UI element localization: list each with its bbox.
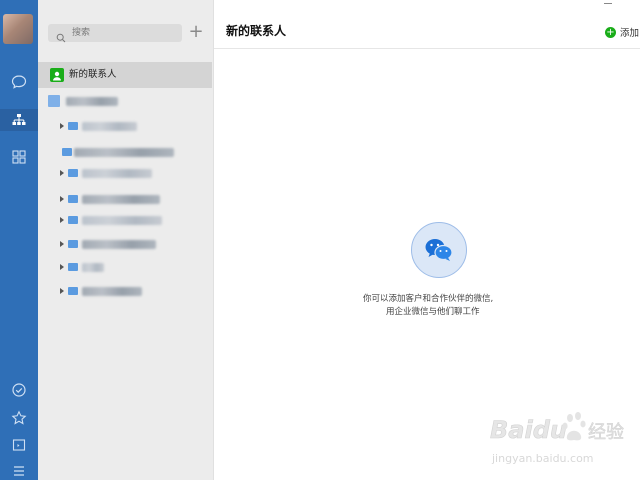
- folder-icon: [68, 240, 78, 248]
- minimize-window-button[interactable]: [604, 3, 612, 4]
- org-chart-icon[interactable]: [9, 110, 29, 130]
- org-logo-icon: [48, 95, 60, 107]
- folder-icon: [68, 263, 78, 271]
- add-button-label: 添加: [620, 28, 640, 39]
- expand-arrow-icon: [60, 288, 64, 294]
- folder-icon: [68, 169, 78, 177]
- star-icon[interactable]: [9, 408, 29, 428]
- sidebar-item-new-contacts[interactable]: 新的联系人: [38, 62, 212, 88]
- blurred-label: [82, 287, 142, 296]
- search-placeholder: 搜索: [72, 28, 91, 38]
- expand-arrow-icon: [60, 241, 64, 247]
- blurred-label: [74, 148, 174, 157]
- empty-state-line-1: 你可以添加客户和合作伙伴的微信,: [363, 294, 494, 304]
- tree-item[interactable]: [60, 146, 180, 160]
- expand-arrow-icon: [60, 196, 64, 202]
- apps-grid-icon[interactable]: [9, 147, 29, 167]
- avatar[interactable]: [3, 14, 33, 44]
- search-input[interactable]: 搜索: [48, 24, 182, 43]
- expand-arrow-icon: [60, 217, 64, 223]
- tree-item[interactable]: [60, 214, 170, 228]
- tree-item[interactable]: [60, 120, 150, 134]
- org-root[interactable]: [48, 95, 118, 109]
- contacts-panel: 搜索 + 新的联系人: [38, 0, 214, 480]
- expand-arrow-icon: [60, 264, 64, 270]
- tree-item[interactable]: [60, 193, 170, 207]
- left-nav-bar: [0, 0, 38, 480]
- blurred-label: [82, 195, 160, 204]
- empty-state-line-2: 用企业微信与他们聊工作: [386, 307, 480, 317]
- blurred-label: [82, 122, 137, 131]
- blurred-org-name: [66, 97, 118, 106]
- search-icon: [56, 28, 66, 47]
- blurred-label: [82, 263, 104, 272]
- tree-item[interactable]: [60, 261, 150, 275]
- baidu-watermark-logo: Baidu 经验 jingyan.baidu.com: [490, 406, 640, 480]
- blurred-label: [82, 169, 152, 178]
- baidu-suffix-text: 经验: [588, 422, 624, 443]
- expand-arrow-icon: [60, 170, 64, 176]
- baidu-brand-text: Baidu: [490, 416, 567, 444]
- content-header: 新的联系人 + 添加: [214, 0, 640, 49]
- menu-icon[interactable]: [9, 461, 29, 481]
- new-contact-label: 新的联系人: [69, 69, 117, 80]
- folder-icon: [68, 122, 78, 130]
- folder-icon: [62, 148, 72, 156]
- wechat-logo-icon: [411, 222, 467, 278]
- tree-item[interactable]: [60, 238, 170, 252]
- expand-arrow-icon: [60, 123, 64, 129]
- new-contact-icon: [50, 68, 64, 82]
- blurred-label: [82, 216, 162, 225]
- folder-icon: [68, 195, 78, 203]
- plus-circle-icon: +: [605, 26, 616, 38]
- page-title: 新的联系人: [226, 24, 287, 38]
- box-icon[interactable]: [9, 435, 29, 455]
- add-button[interactable]: + 添加: [605, 25, 639, 39]
- chat-icon[interactable]: [9, 72, 29, 92]
- blurred-label: [82, 240, 156, 249]
- tree-item[interactable]: [60, 167, 160, 181]
- tree-item[interactable]: [60, 285, 160, 299]
- baidu-url-text: jingyan.baidu.com: [491, 452, 594, 465]
- folder-icon: [68, 287, 78, 295]
- folder-icon: [68, 216, 78, 224]
- check-circle-icon[interactable]: [9, 380, 29, 400]
- add-contact-plus-button[interactable]: +: [188, 22, 204, 42]
